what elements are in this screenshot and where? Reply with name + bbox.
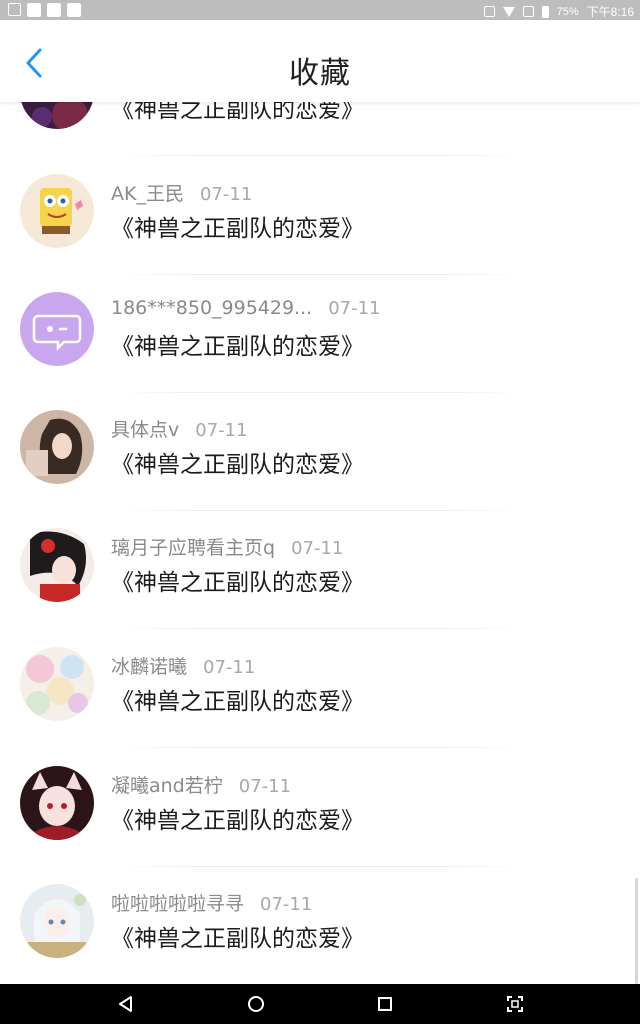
- chat-bubble-icon: [32, 314, 82, 352]
- list-item[interactable]: 璃月子应聘看主页q 07-11 《神兽之正副队的恋爱》: [0, 511, 640, 629]
- scrollbar[interactable]: [635, 878, 638, 984]
- list-item[interactable]: 186***850_995429... 07-11 《神兽之正副队的恋爱》: [0, 275, 640, 393]
- favorite-title[interactable]: 《神兽之正副队的恋爱》: [111, 445, 364, 479]
- date: 07-11: [260, 894, 313, 915]
- app-notification-icon: [47, 3, 61, 17]
- app-notification-icon: [27, 3, 41, 17]
- avatar[interactable]: [20, 102, 94, 129]
- item-meta: 冰麟诺曦 07-11: [111, 652, 255, 679]
- item-meta: 啦啦啦啦啦寻寻 07-11: [111, 889, 312, 916]
- favorite-title[interactable]: 《神兽之正副队的恋爱》: [111, 327, 364, 361]
- avatar[interactable]: [20, 884, 94, 958]
- system-status: 75% 下午8:16: [483, 3, 634, 20]
- username[interactable]: 具体点v: [111, 419, 179, 441]
- notification-icons: [8, 3, 81, 17]
- system-nav-bar: [0, 984, 640, 1024]
- avatar[interactable]: [20, 528, 94, 602]
- circle-home-icon: [248, 996, 264, 1012]
- page-title: 收藏: [289, 56, 351, 91]
- item-meta: 凝曦and若柠 07-11: [111, 771, 291, 798]
- avatar[interactable]: [20, 292, 94, 366]
- date: 07-11: [328, 298, 381, 319]
- favorites-list[interactable]: 《神兽之正副队的恋爱》 AK_王民 07-11 《神兽之正副队的恋爱》 186*…: [0, 102, 640, 984]
- nav-home-button[interactable]: [246, 994, 266, 1014]
- nav-screenshot-button[interactable]: [505, 994, 525, 1014]
- item-meta: 璃月子应聘看主页q 07-11: [111, 533, 343, 560]
- screenshot-icon: [507, 996, 523, 1012]
- favorite-title[interactable]: 《神兽之正副队的恋爱》: [111, 563, 364, 597]
- avatar[interactable]: [20, 647, 94, 721]
- wifi-icon: [502, 6, 515, 17]
- date: 07-11: [203, 657, 256, 678]
- nav-back-button[interactable]: [116, 994, 136, 1014]
- list-item[interactable]: 啦啦啦啦啦寻寻 07-11 《神兽之正副队的恋爱》: [0, 867, 640, 984]
- divider: [120, 747, 520, 748]
- list-item[interactable]: 凝曦and若柠 07-11 《神兽之正副队的恋爱》: [0, 749, 640, 867]
- item-meta: AK_王民 07-11: [111, 179, 252, 206]
- username[interactable]: 186***850_995429...: [111, 297, 312, 319]
- status-bar: 75% 下午8:16: [0, 0, 640, 20]
- triangle-back-icon: [119, 996, 132, 1012]
- list-item[interactable]: 具体点v 07-11 《神兽之正副队的恋爱》: [0, 393, 640, 511]
- divider: [120, 155, 520, 156]
- avatar[interactable]: [20, 766, 94, 840]
- app-header: 收藏: [0, 20, 640, 102]
- square-recents-icon: [378, 997, 392, 1011]
- username[interactable]: AK_王民: [111, 183, 184, 205]
- favorite-title[interactable]: 《神兽之正副队的恋爱》: [111, 682, 364, 716]
- nav-recents-button[interactable]: [375, 994, 395, 1014]
- item-meta: 186***850_995429... 07-11: [111, 297, 381, 319]
- favorite-title[interactable]: 《神兽之正副队的恋爱》: [111, 801, 364, 835]
- vibrate-icon: [483, 6, 495, 17]
- avatar[interactable]: [20, 174, 94, 248]
- date: 07-11: [195, 420, 248, 441]
- battery-percent: 75%: [556, 5, 579, 18]
- list-item[interactable]: 《神兽之正副队的恋爱》: [0, 102, 640, 156]
- username[interactable]: 璃月子应聘看主页q: [111, 537, 275, 559]
- divider: [120, 628, 520, 629]
- avatar[interactable]: [20, 410, 94, 484]
- image-notification-icon: [8, 3, 21, 16]
- app-notification-icon: [67, 3, 81, 17]
- clock: 下午8:16: [586, 5, 634, 19]
- list-item[interactable]: AK_王民 07-11 《神兽之正副队的恋爱》: [0, 157, 640, 275]
- list-item[interactable]: 冰麟诺曦 07-11 《神兽之正副队的恋爱》: [0, 630, 640, 748]
- username[interactable]: 冰麟诺曦: [111, 656, 187, 678]
- favorite-title[interactable]: 《神兽之正副队的恋爱》: [111, 102, 364, 124]
- username[interactable]: 凝曦and若柠: [111, 775, 223, 797]
- no-sim-icon: [522, 6, 534, 17]
- date: 07-11: [291, 538, 344, 559]
- date: 07-11: [238, 776, 292, 797]
- username[interactable]: 啦啦啦啦啦寻寻: [111, 893, 244, 915]
- date: 07-11: [199, 184, 253, 205]
- battery-icon: [541, 5, 549, 18]
- item-meta: 具体点v 07-11: [111, 415, 248, 442]
- favorite-title[interactable]: 《神兽之正副队的恋爱》: [111, 209, 364, 243]
- favorite-title[interactable]: 《神兽之正副队的恋爱》: [111, 919, 364, 953]
